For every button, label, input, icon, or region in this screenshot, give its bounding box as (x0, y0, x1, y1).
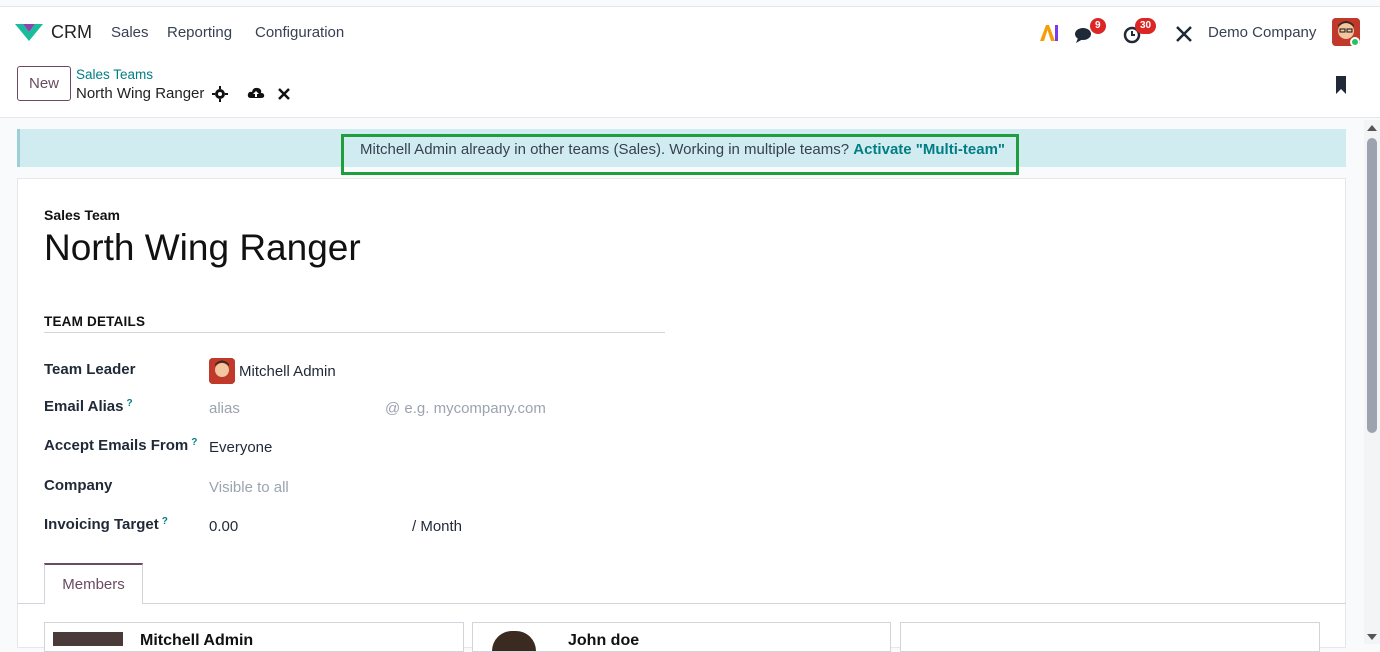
accept-emails-label: Accept Emails From? (44, 437, 197, 454)
team-leader-field[interactable]: Mitchell Admin (239, 363, 336, 380)
app-name[interactable]: CRM (51, 22, 92, 43)
gear-icon[interactable] (212, 86, 228, 102)
top-navbar: CRM Sales Reporting Configuration 9 30 D… (0, 6, 1380, 58)
email-alias-help[interactable]: ? (126, 398, 132, 409)
menu-reporting[interactable]: Reporting (167, 24, 232, 41)
scrollbar-thumb[interactable] (1367, 138, 1377, 433)
company-field[interactable]: Visible to all (209, 479, 289, 496)
cloud-upload-icon[interactable] (247, 85, 265, 101)
messages-badge: 9 (1090, 18, 1106, 34)
tab-members[interactable]: Members (44, 563, 143, 604)
new-button[interactable]: New (17, 66, 71, 101)
record-type-label: Sales Team (44, 207, 121, 223)
member-name: Mitchell Admin (140, 632, 254, 649)
activities-badge: 30 (1135, 18, 1157, 34)
control-panel: New Sales Teams North Wing Ranger (0, 58, 1380, 118)
tools-icon[interactable] (1175, 25, 1193, 43)
team-leader-label: Team Leader (44, 361, 136, 378)
team-leader-avatar (209, 358, 235, 384)
member-name: John doe (568, 632, 640, 649)
email-alias-input[interactable]: alias (209, 400, 240, 417)
company-label: Company (44, 477, 113, 494)
accept-emails-help[interactable]: ? (191, 437, 197, 448)
close-icon[interactable] (278, 88, 290, 100)
invoicing-target-label: Invoicing Target? (44, 516, 168, 533)
invoicing-target-input[interactable]: 0.00 (209, 518, 238, 535)
crm-logo-icon[interactable] (14, 21, 44, 43)
online-status-indicator (1350, 37, 1360, 47)
member-card-empty (900, 622, 1320, 652)
breadcrumb-sales-teams[interactable]: Sales Teams (76, 67, 153, 82)
menu-configuration[interactable]: Configuration (255, 24, 344, 41)
bookmark-icon[interactable] (1334, 76, 1348, 94)
scroll-down-icon[interactable] (1366, 632, 1378, 642)
email-alias-label-text: Email Alias (44, 398, 124, 415)
invoicing-target-label-text: Invoicing Target (44, 516, 159, 533)
breadcrumb-current: North Wing Ranger (76, 85, 205, 102)
accept-emails-select[interactable]: Everyone (209, 439, 272, 456)
activate-multi-team-link[interactable]: Activate "Multi-team" (853, 141, 1005, 158)
team-name-field[interactable]: North Wing Ranger (44, 227, 361, 269)
email-domain-input[interactable]: @ e.g. mycompany.com (385, 400, 546, 417)
tab-divider (17, 603, 1346, 604)
invoicing-target-help[interactable]: ? (162, 516, 168, 527)
section-title: TEAM DETAILS (44, 314, 146, 329)
accept-emails-label-text: Accept Emails From (44, 437, 189, 454)
alert-text: Mitchell Admin already in other teams (S… (360, 141, 854, 158)
scroll-up-icon[interactable] (1366, 123, 1378, 133)
email-alias-label: Email Alias? (44, 398, 133, 415)
invoicing-target-unit: / Month (412, 518, 463, 535)
alert-message: Mitchell Admin already in other teams (S… (360, 141, 1005, 158)
ai-icon[interactable] (1039, 24, 1059, 42)
company-switcher[interactable]: Demo Company (1208, 24, 1316, 41)
menu-sales[interactable]: Sales (111, 24, 149, 41)
section-divider (44, 332, 665, 333)
